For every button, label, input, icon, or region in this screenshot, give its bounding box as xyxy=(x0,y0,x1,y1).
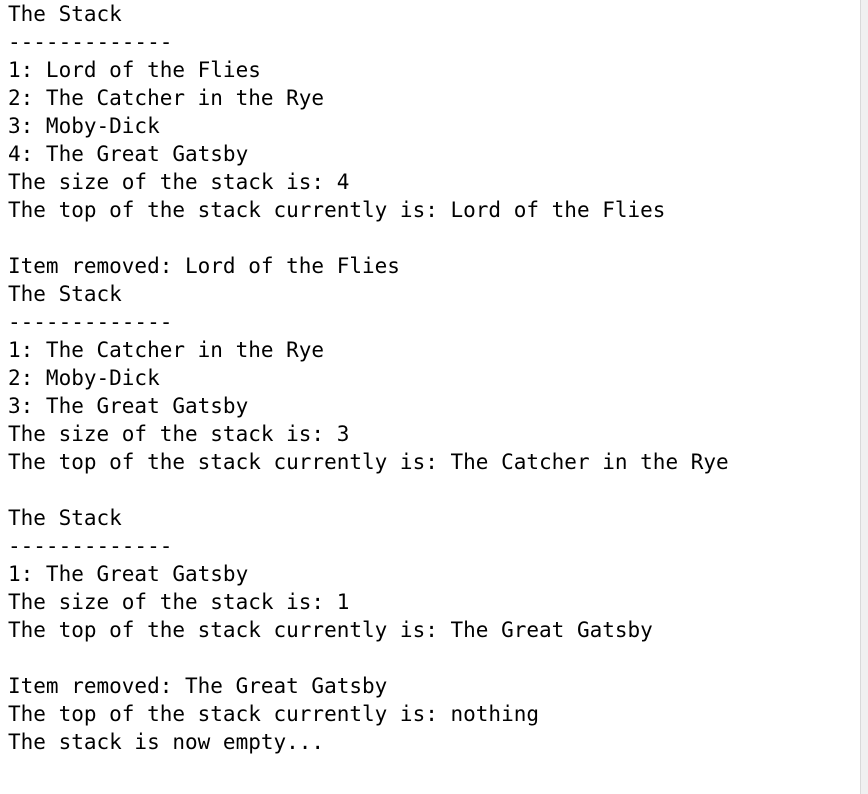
console-line: Item removed: The Great Gatsby xyxy=(8,674,388,698)
console-line: The Stack xyxy=(8,2,122,26)
console-line: 1: Lord of the Flies xyxy=(8,58,261,82)
console-line: The top of the stack currently is: The C… xyxy=(8,450,729,474)
console-line: The top of the stack currently is: Lord … xyxy=(8,198,666,222)
console-line: The size of the stack is: 3 xyxy=(8,422,350,446)
console-line: 4: The Great Gatsby xyxy=(8,142,249,166)
console-line: The size of the stack is: 1 xyxy=(8,590,350,614)
console-line: The top of the stack currently is: The G… xyxy=(8,618,653,642)
console-line: Item removed: Lord of the Flies xyxy=(8,254,400,278)
console-line: The stack is now empty... xyxy=(8,730,325,754)
console-line: The size of the stack is: 4 xyxy=(8,170,350,194)
console-line: 1: The Great Gatsby xyxy=(8,562,249,586)
console-line: ------------- xyxy=(8,534,173,558)
console-line: 2: The Catcher in the Rye xyxy=(8,86,325,110)
console-line: The Stack xyxy=(8,506,122,530)
console-line: 3: The Great Gatsby xyxy=(8,394,249,418)
console-line: ------------- xyxy=(8,30,173,54)
console-line: ------------- xyxy=(8,310,173,334)
console-output: The Stack ------------- 1: Lord of the F… xyxy=(0,0,860,794)
console-line: The top of the stack currently is: nothi… xyxy=(8,702,540,726)
console-line: 1: The Catcher in the Rye xyxy=(8,338,325,362)
console-line: The Stack xyxy=(8,282,122,306)
console-line: 3: Moby-Dick xyxy=(8,114,160,138)
window-right-edge xyxy=(860,0,868,794)
console-line: 2: Moby-Dick xyxy=(8,366,160,390)
